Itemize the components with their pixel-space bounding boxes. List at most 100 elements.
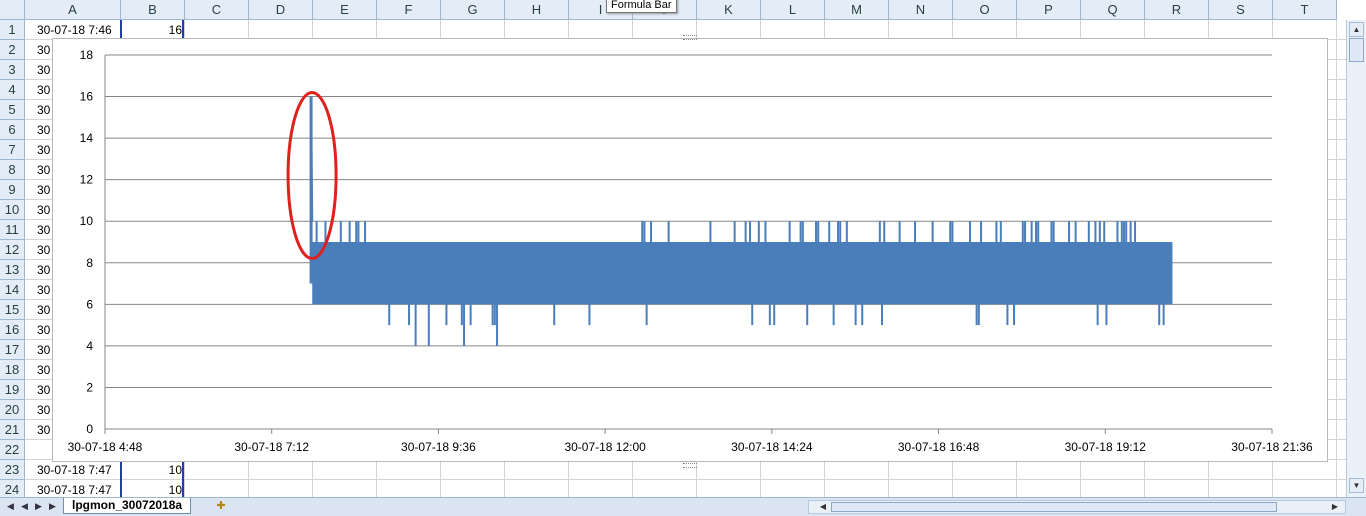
row-header-14[interactable]: 14 [0, 280, 25, 300]
y-tick-label: 10 [80, 214, 94, 228]
row-header-16[interactable]: 16 [0, 320, 25, 340]
row-header-8[interactable]: 8 [0, 160, 25, 180]
next-sheet-icon[interactable]: ▶ [33, 500, 44, 513]
cell-a4-partial[interactable]: 30 [37, 80, 52, 100]
chart-resize-handle-top[interactable] [683, 35, 697, 40]
worksheet-grid[interactable]: ABCDEFGHIJKLMNOPQRST 1234567891011121314… [0, 0, 1346, 500]
prev-sheet-icon[interactable]: ◀ [19, 500, 30, 513]
row-header-13[interactable]: 13 [0, 260, 25, 280]
column-header-t[interactable]: T [1273, 0, 1337, 20]
x-tick-label: 30-07-18 19:12 [1065, 440, 1147, 454]
y-tick-label: 8 [86, 256, 93, 270]
row-header-11[interactable]: 11 [0, 220, 25, 240]
row-header-19[interactable]: 19 [0, 380, 25, 400]
y-tick-label: 6 [86, 297, 93, 311]
row-header-15[interactable]: 15 [0, 300, 25, 320]
column-header-c[interactable]: C [185, 0, 249, 20]
cell-a7-partial[interactable]: 30 [37, 140, 52, 160]
scroll-up-icon[interactable]: ▲ [1349, 22, 1364, 37]
cell-a5-partial[interactable]: 30 [37, 100, 52, 120]
selection-border-left-bottom [120, 460, 122, 497]
row-header-7[interactable]: 7 [0, 140, 25, 160]
column-header-f[interactable]: F [377, 0, 441, 20]
scroll-left-icon[interactable]: ◀ [817, 501, 829, 513]
cell-a6-partial[interactable]: 30 [37, 120, 52, 140]
column-header-a[interactable]: A [25, 0, 121, 20]
row-header-21[interactable]: 21 [0, 420, 25, 440]
sheet-tab-active[interactable]: lpgmon_30072018a [63, 498, 192, 514]
x-tick-label: 30-07-18 4:48 [68, 440, 143, 454]
y-tick-label: 18 [80, 48, 94, 62]
cell-a15-partial[interactable]: 30 [37, 300, 52, 320]
cell-a11-partial[interactable]: 30 [37, 220, 52, 240]
cell-a12-partial[interactable]: 30 [37, 240, 52, 260]
horizontal-scroll-thumb[interactable] [831, 502, 1277, 512]
cell-b1[interactable]: 16 [121, 20, 182, 40]
y-tick-label: 14 [80, 131, 94, 145]
scroll-down-icon[interactable]: ▼ [1349, 478, 1364, 493]
first-sheet-icon[interactable]: ◀ [5, 500, 16, 513]
cell-a3-partial[interactable]: 30 [37, 60, 52, 80]
column-header-q[interactable]: Q [1081, 0, 1145, 20]
row-header-18[interactable]: 18 [0, 360, 25, 380]
column-header-b[interactable]: B [121, 0, 185, 20]
cell-a20-partial[interactable]: 30 [37, 400, 52, 420]
chart-resize-handle-bottom[interactable] [683, 463, 697, 468]
column-header-h[interactable]: H [505, 0, 569, 20]
row-header-2[interactable]: 2 [0, 40, 25, 60]
column-header-m[interactable]: M [825, 0, 889, 20]
column-header-g[interactable]: G [441, 0, 505, 20]
cell-a18-partial[interactable]: 30 [37, 360, 52, 380]
column-header-o[interactable]: O [953, 0, 1017, 20]
sheet-tab-bar: ◀ ◀ ▶ ▶ lpgmon_30072018a ✚ ◀ ▶ [0, 497, 1366, 516]
cell-a1[interactable]: 30-07-18 7:46 [37, 20, 121, 40]
row-gridline [25, 479, 1346, 480]
selection-border-left [120, 20, 122, 40]
chart-object[interactable]: 0 2 4 6 8 10 12 14 16 18 30-07-18 4:48 30-07-18 7:1… [52, 38, 1328, 462]
cell-a19-partial[interactable]: 30 [37, 380, 52, 400]
column-header-s[interactable]: S [1209, 0, 1273, 20]
x-tick-label: 30-07-18 12:00 [564, 440, 646, 454]
row-header-20[interactable]: 20 [0, 400, 25, 420]
column-header-d[interactable]: D [249, 0, 313, 20]
column-header-r[interactable]: R [1145, 0, 1209, 20]
cell-a13-partial[interactable]: 30 [37, 260, 52, 280]
row-header-12[interactable]: 12 [0, 240, 25, 260]
y-tick-label: 12 [80, 173, 94, 187]
cell-a21-partial[interactable]: 30 [37, 420, 52, 440]
last-sheet-icon[interactable]: ▶ [47, 500, 58, 513]
cell-a14-partial[interactable]: 30 [37, 280, 52, 300]
column-header-k[interactable]: K [697, 0, 761, 20]
row-header-1[interactable]: 1 [0, 20, 25, 40]
x-tick-label: 30-07-18 14:24 [731, 440, 813, 454]
column-header-e[interactable]: E [313, 0, 377, 20]
cell-a10-partial[interactable]: 30 [37, 200, 52, 220]
row-header-9[interactable]: 9 [0, 180, 25, 200]
column-header-p[interactable]: P [1017, 0, 1081, 20]
cell-a2-partial[interactable]: 30 [37, 40, 52, 60]
cell-a17-partial[interactable]: 30 [37, 340, 52, 360]
column-header-n[interactable]: N [889, 0, 953, 20]
cell-a16-partial[interactable]: 30 [37, 320, 52, 340]
vertical-scroll-thumb[interactable] [1349, 38, 1364, 62]
row-header-22[interactable]: 22 [0, 440, 25, 460]
row-header-3[interactable]: 3 [0, 60, 25, 80]
insert-sheet-icon[interactable]: ✚ [212, 499, 230, 513]
scroll-right-icon[interactable]: ▶ [1329, 501, 1341, 513]
row-header-17[interactable]: 17 [0, 340, 25, 360]
row-header-6[interactable]: 6 [0, 120, 25, 140]
row-header-23[interactable]: 23 [0, 460, 25, 480]
cell-a8-partial[interactable]: 30 [37, 160, 52, 180]
cell-a9-partial[interactable]: 30 [37, 180, 52, 200]
horizontal-scrollbar[interactable]: ◀ ▶ [808, 500, 1346, 514]
series-band [312, 242, 1173, 305]
row-header-4[interactable]: 4 [0, 80, 25, 100]
y-tick-label: 2 [86, 380, 93, 394]
vertical-scrollbar[interactable]: ▲ ▼ [1346, 20, 1366, 497]
row-header-5[interactable]: 5 [0, 100, 25, 120]
row-header-10[interactable]: 10 [0, 200, 25, 220]
x-tick-label: 30-07-18 7:12 [234, 440, 309, 454]
line-chart: 0 2 4 6 8 10 12 14 16 18 30-07-18 4:48 30-07-18 7:1… [68, 48, 1313, 454]
column-header-l[interactable]: L [761, 0, 825, 20]
select-all-corner[interactable] [0, 0, 25, 20]
